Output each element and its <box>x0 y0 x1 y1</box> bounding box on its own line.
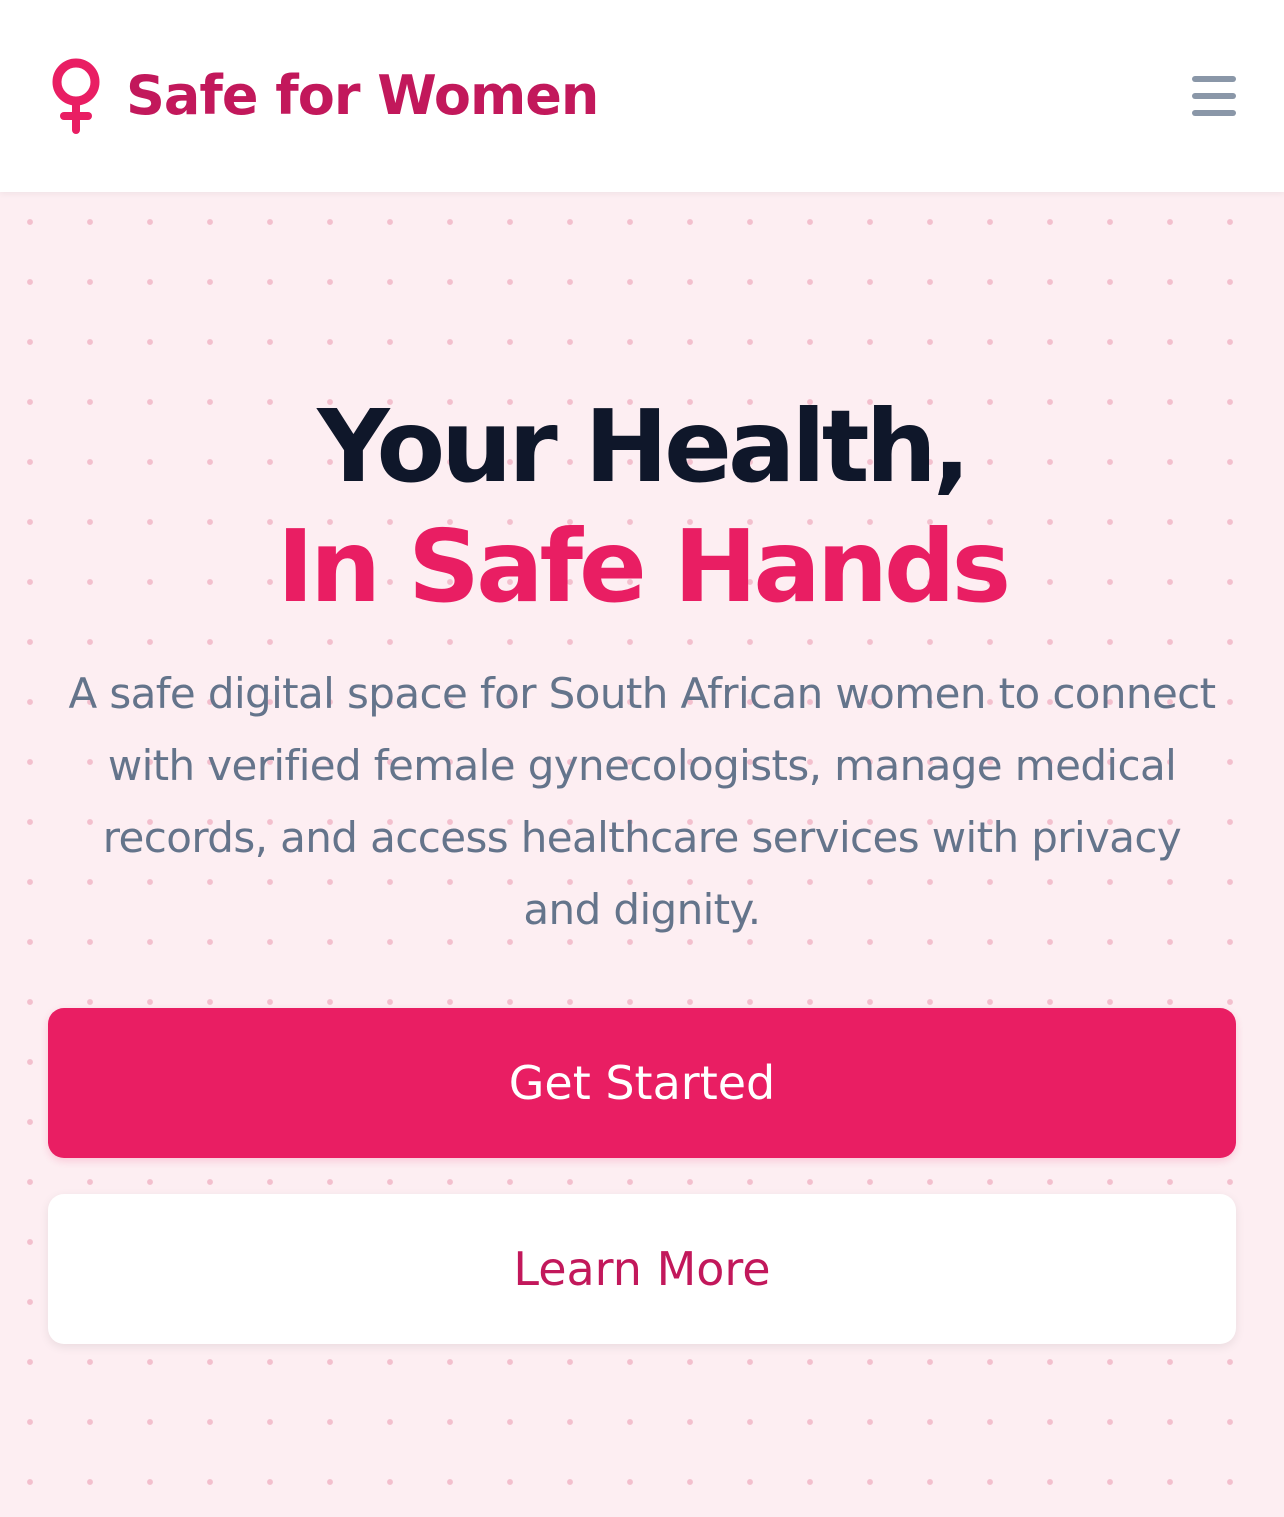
landing-page: Safe for Women Your Health, In Safe Hand… <box>0 0 1284 1517</box>
hero-title: Your Health, In Safe Hands <box>0 387 1284 627</box>
brand-logo[interactable]: Safe for Women <box>48 58 599 134</box>
hero-section: Your Health, In Safe Hands A safe digita… <box>0 192 1284 1517</box>
hamburger-menu-button[interactable] <box>1188 72 1240 120</box>
female-symbol-icon <box>52 58 100 134</box>
hamburger-menu-icon <box>1192 76 1236 116</box>
brand-name: Safe for Women <box>126 64 599 127</box>
hero-title-line2: In Safe Hands <box>276 508 1011 625</box>
hero-title-line1: Your Health, <box>317 388 971 505</box>
get-started-button[interactable]: Get Started <box>48 1008 1236 1158</box>
site-header: Safe for Women <box>0 0 1284 192</box>
hero-description: A safe digital space for South African w… <box>68 669 1216 934</box>
learn-more-button[interactable]: Learn More <box>48 1194 1236 1344</box>
